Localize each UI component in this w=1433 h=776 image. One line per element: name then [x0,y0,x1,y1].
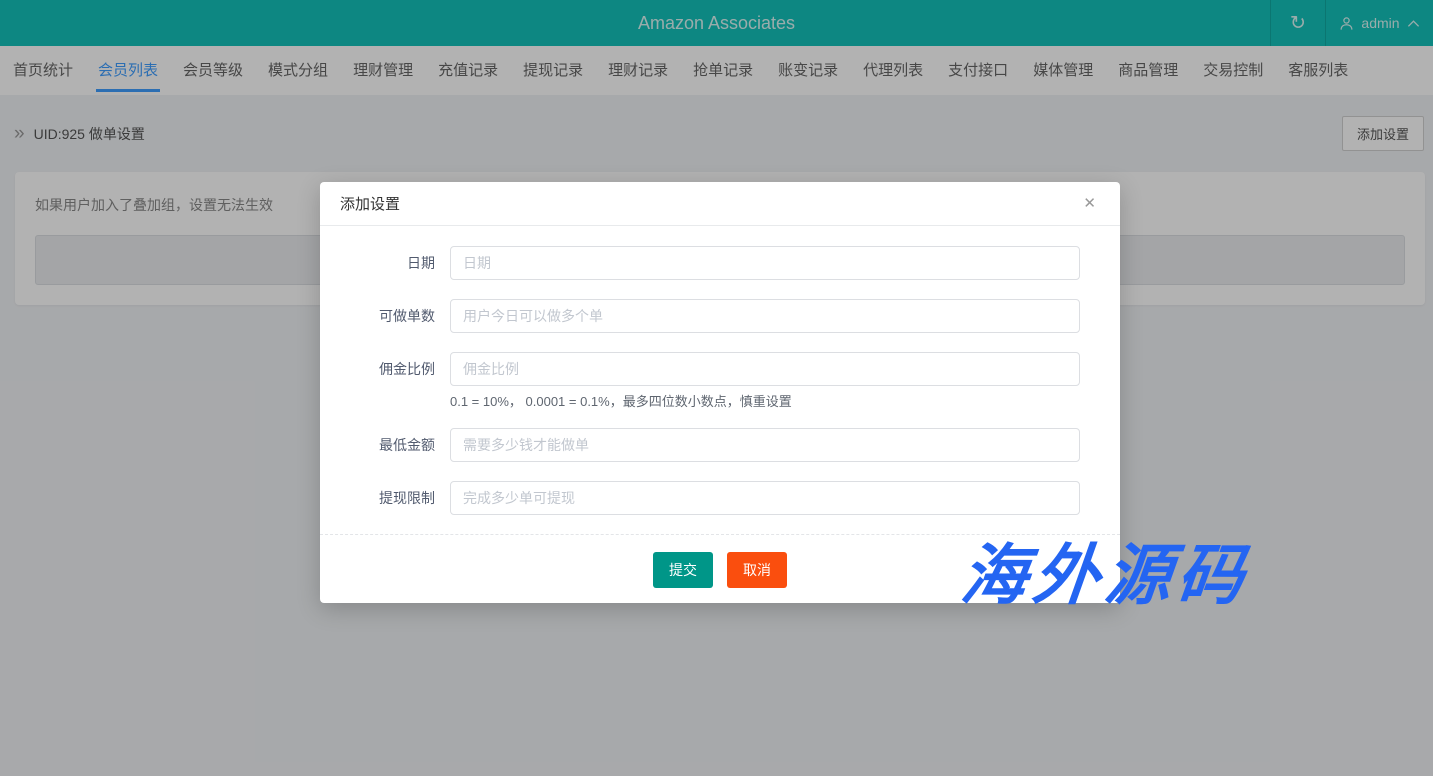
form-row-commission-rate: 佣金比例 0.1 = 10%， 0.0001 = 0.1%，最多四位数小数点，慎… [340,352,1080,409]
date-input[interactable] [450,246,1080,280]
form-row-order-count: 可做单数 [340,299,1080,333]
modal-body: 日期 可做单数 佣金比例 0.1 = 10%， 0.0001 = 0.1%，最多… [320,226,1120,515]
withdraw-limit-input[interactable] [450,481,1080,515]
commission-rate-hint: 0.1 = 10%， 0.0001 = 0.1%，最多四位数小数点，慎重设置 [450,394,1080,409]
form-row-date: 日期 [340,246,1080,280]
form-row-withdraw-limit: 提现限制 [340,481,1080,515]
modal-header: 添加设置 ✕ [320,182,1120,226]
watermark-text: 海外源码 [957,522,1255,618]
close-icon[interactable]: ✕ [1083,196,1096,211]
min-amount-input[interactable] [450,428,1080,462]
min-amount-label: 最低金额 [340,428,435,462]
commission-rate-input[interactable] [450,352,1080,386]
order-count-label: 可做单数 [340,299,435,333]
date-label: 日期 [340,246,435,280]
withdraw-limit-label: 提现限制 [340,481,435,515]
submit-button[interactable]: 提交 [653,552,713,588]
commission-rate-label: 佣金比例 [340,352,435,409]
cancel-button[interactable]: 取消 [727,552,787,588]
form-row-min-amount: 最低金额 [340,428,1080,462]
modal-title: 添加设置 [340,193,400,214]
order-count-input[interactable] [450,299,1080,333]
